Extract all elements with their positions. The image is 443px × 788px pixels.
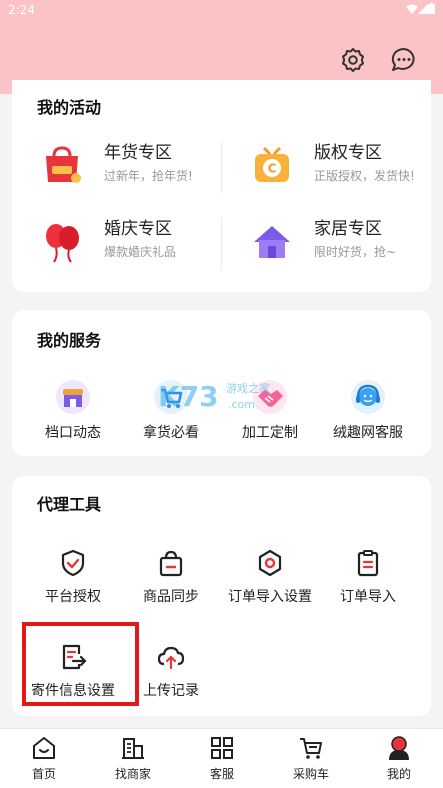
tab-customer-service[interactable]: 客服 xyxy=(178,735,266,782)
tool-order-import-settings[interactable]: 订单导入设置 xyxy=(218,548,322,606)
site-watermark: K73 游戏之家 .com xyxy=(158,380,270,413)
signal-icon xyxy=(418,4,428,14)
tool-label: 平台授权 xyxy=(45,589,101,605)
settings-icon[interactable] xyxy=(339,46,367,74)
tab-label: 采购车 xyxy=(292,767,329,781)
system-icons xyxy=(406,3,435,17)
activity-subtitle: 正版授权，发货快! xyxy=(314,169,415,183)
activity-title: 年货专区 xyxy=(104,143,172,163)
bag-icon xyxy=(159,550,183,577)
tool-product-sync[interactable]: 商品同步 xyxy=(119,548,223,606)
tv-icon: C xyxy=(255,146,289,182)
tool-label: 订单导入 xyxy=(340,589,396,605)
tool-platform-auth[interactable]: 平台授权 xyxy=(21,548,125,606)
service-label: 拿货必看 xyxy=(143,425,199,441)
service-label: 绒趣网客服 xyxy=(333,425,403,441)
activity-new-year-goods[interactable]: 年货专区 过新年，抢年货! xyxy=(12,136,212,196)
tab-find-merchants[interactable]: 找商家 xyxy=(89,735,177,782)
tab-purchase-cart[interactable]: 采购车 xyxy=(267,735,355,782)
shield-check-icon xyxy=(61,549,85,577)
activity-title: 婚庆专区 xyxy=(104,219,172,239)
service-label: 加工定制 xyxy=(242,425,298,441)
my-activities-card: 我的活动 年货专区 过新年，抢年货! C 版权专区 正版授权，发货快! 婚庆专区… xyxy=(12,80,431,292)
watermark-domain: .com xyxy=(228,398,255,411)
watermark-text: K73 xyxy=(158,380,219,413)
house-icon xyxy=(254,226,290,258)
tool-label: 订单导入设置 xyxy=(228,589,312,605)
cloud-upload-icon xyxy=(157,646,185,670)
store-icon xyxy=(56,380,90,414)
customer-service-icon xyxy=(351,380,385,414)
tab-label: 我的 xyxy=(386,767,411,781)
my-services-title: 我的服务 xyxy=(37,331,102,350)
agent-tools-title: 代理工具 xyxy=(37,495,102,514)
building-icon xyxy=(122,738,144,759)
home-icon xyxy=(33,737,55,759)
activity-title: 家居专区 xyxy=(314,219,382,239)
activity-home[interactable]: 家居专区 限时好货，抢~ xyxy=(222,212,422,272)
tab-mine[interactable]: 我的 xyxy=(355,735,443,782)
tab-label: 首页 xyxy=(31,767,56,781)
activity-title: 版权专区 xyxy=(314,143,382,163)
shopping-bag-icon xyxy=(46,146,81,183)
svg-text:C: C xyxy=(268,162,277,176)
bottom-tab-bar: 首页 找商家 客服 采购车 我的 xyxy=(0,728,443,788)
service-customer-support[interactable]: 绒趣网客服 xyxy=(316,380,420,442)
battery-icon xyxy=(428,3,435,14)
profile-icon xyxy=(389,736,409,760)
status-time: 2:24 xyxy=(8,3,35,17)
tool-label: 商品同步 xyxy=(143,589,199,605)
activity-copyright[interactable]: C 版权专区 正版授权，发货快! xyxy=(222,136,422,196)
wifi-icon xyxy=(406,4,418,14)
tab-label: 客服 xyxy=(209,767,234,781)
order-settings-icon xyxy=(258,549,282,577)
service-stall-updates[interactable]: 档口动态 xyxy=(21,380,125,442)
activity-subtitle: 过新年，抢年货! xyxy=(104,169,193,183)
status-bar: 2:24 xyxy=(0,0,443,22)
service-label: 档口动态 xyxy=(45,425,101,441)
grid-icon xyxy=(211,737,233,759)
activity-subtitle: 限时好货，抢~ xyxy=(314,245,397,259)
shopping-cart-icon xyxy=(300,738,322,759)
activity-wedding[interactable]: 婚庆专区 爆款婚庆礼品 xyxy=(12,212,212,272)
tab-label: 找商家 xyxy=(114,767,151,781)
activity-subtitle: 爆款婚庆礼品 xyxy=(104,245,177,259)
message-icon[interactable] xyxy=(390,46,418,74)
watermark-subtext: 游戏之家 xyxy=(226,381,270,395)
highlight-box xyxy=(22,622,139,706)
balloon-icon xyxy=(46,224,79,263)
clipboard-icon xyxy=(357,550,379,577)
tool-order-import[interactable]: 订单导入 xyxy=(316,548,420,606)
tab-home[interactable]: 首页 xyxy=(0,735,88,782)
my-activities-title: 我的活动 xyxy=(37,98,102,117)
